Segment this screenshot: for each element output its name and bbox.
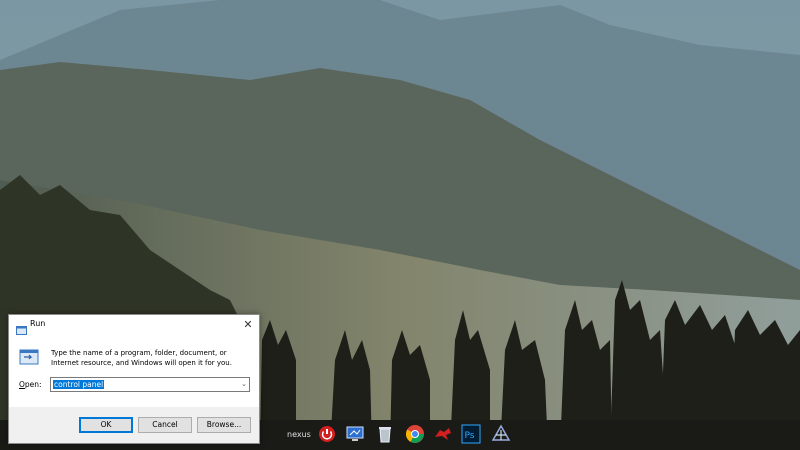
nexus-label: nexus xyxy=(287,430,311,439)
open-label: Open: xyxy=(19,380,42,389)
msi-dragon-icon[interactable] xyxy=(432,423,454,445)
run-dialog: Run ✕ Type the name of a program, folder… xyxy=(8,314,260,444)
open-input[interactable]: control panel ⌄ xyxy=(50,377,250,392)
cancel-button[interactable]: Cancel xyxy=(138,417,192,433)
open-label-text: pen: xyxy=(24,380,42,389)
dropdown-chevron-icon[interactable]: ⌄ xyxy=(241,379,247,390)
monitor-icon[interactable] xyxy=(344,423,366,445)
dialog-footer: OK Cancel Browse... xyxy=(9,407,259,443)
close-button[interactable]: ✕ xyxy=(237,315,259,335)
photoshop-label: Ps xyxy=(465,431,475,441)
run-icon xyxy=(16,320,27,335)
ok-button[interactable]: OK xyxy=(79,417,133,433)
photoshop-icon[interactable]: Ps xyxy=(460,423,482,445)
run-program-icon xyxy=(19,349,39,365)
chrome-icon[interactable] xyxy=(404,423,426,445)
nexus-icon[interactable]: nexus xyxy=(286,423,311,445)
network-icon[interactable] xyxy=(490,423,512,445)
taskbar: nexus Ps xyxy=(284,420,524,448)
power-icon[interactable] xyxy=(316,423,338,445)
dialog-title: Run xyxy=(30,319,46,328)
dialog-description: Type the name of a program, folder, docu… xyxy=(51,349,232,367)
dialog-titlebar[interactable]: Run ✕ xyxy=(9,315,259,335)
recycle-bin-icon[interactable] xyxy=(374,423,396,445)
browse-button[interactable]: Browse... xyxy=(197,417,251,433)
open-input-value: control panel xyxy=(53,380,105,389)
